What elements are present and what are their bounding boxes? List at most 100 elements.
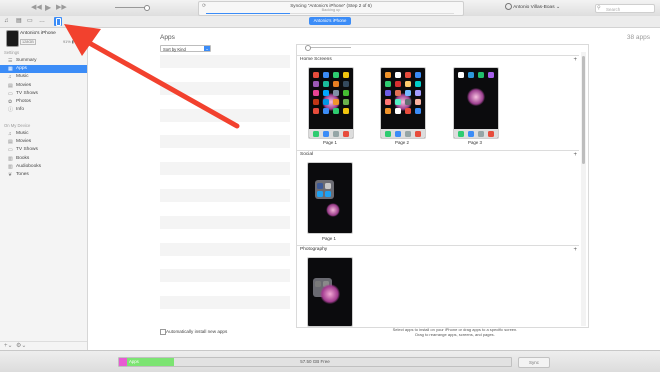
add-icon[interactable]: +⌄ bbox=[4, 342, 13, 350]
sidebar-item-label: Music bbox=[16, 74, 29, 80]
zoom-slider-knob[interactable] bbox=[305, 45, 311, 51]
eject-icon[interactable]: ⏏ bbox=[80, 31, 85, 37]
sidebar-item-movies[interactable]: ▤ Movies bbox=[0, 82, 87, 90]
sidebar-item-tv-shows[interactable]: ▭ TV Shows bbox=[0, 90, 87, 98]
wallpaper-flower bbox=[467, 88, 485, 106]
sidebar-item-label: Photos bbox=[16, 99, 31, 104]
dock-app-icon bbox=[333, 130, 339, 137]
add-page-button[interactable]: + bbox=[573, 56, 577, 64]
account-icon bbox=[505, 3, 512, 11]
sidebar-item-music[interactable]: ♫ Music bbox=[0, 73, 87, 81]
add-page-button[interactable]: + bbox=[573, 246, 577, 254]
device-item-audiobooks[interactable]: ▥ Audiobooks bbox=[0, 163, 87, 171]
list-item[interactable] bbox=[160, 95, 290, 109]
movies-library-icon[interactable]: ▤ bbox=[16, 16, 22, 27]
account-menu[interactable]: Antonio Villas-Boas ⌄ bbox=[505, 3, 560, 13]
volume-knob[interactable] bbox=[144, 5, 150, 11]
device-item-movies[interactable]: ▤ Movies bbox=[0, 138, 87, 146]
more-icon[interactable]: … bbox=[39, 16, 45, 27]
home-screen-page-3[interactable] bbox=[453, 67, 499, 139]
app-list[interactable] bbox=[160, 55, 290, 325]
list-item[interactable] bbox=[160, 282, 290, 296]
list-item[interactable] bbox=[160, 202, 290, 216]
list-item[interactable] bbox=[160, 175, 290, 189]
sort-select[interactable]: Sort by Kind ⌄ bbox=[160, 45, 211, 52]
device-tab[interactable]: Antonio's iPhone bbox=[309, 17, 351, 25]
add-page-button[interactable]: + bbox=[573, 151, 577, 159]
list-item[interactable] bbox=[160, 81, 290, 95]
account-name: Antonio Villas-Boas bbox=[513, 5, 555, 10]
list-item[interactable] bbox=[160, 242, 290, 256]
app-icon bbox=[405, 72, 411, 78]
footer-hint: Select apps to install on your iPhone or… bbox=[360, 327, 550, 337]
app-icon bbox=[385, 90, 391, 96]
play-button[interactable]: ▶ bbox=[45, 0, 51, 16]
photography-page-1[interactable] bbox=[307, 257, 353, 327]
books-icon: ▥ bbox=[8, 155, 13, 162]
app-icon bbox=[385, 108, 391, 114]
sidebar-item-photos[interactable]: ✿ Photos bbox=[0, 98, 87, 106]
apps-count: 38 apps bbox=[626, 34, 650, 41]
app-icon bbox=[343, 99, 349, 105]
home-screen-page-1[interactable] bbox=[308, 67, 354, 139]
rewind-button[interactable]: ◀◀ bbox=[31, 0, 42, 16]
app-icon bbox=[415, 81, 421, 87]
music-library-icon[interactable]: ♫ bbox=[4, 16, 9, 27]
footer-hint-line: Drag to rearrange apps, screens, and pag… bbox=[415, 332, 495, 337]
fast-forward-button[interactable]: ▶▶ bbox=[56, 0, 67, 16]
device-item-books[interactable]: ▥ Books bbox=[0, 155, 87, 163]
app-icon bbox=[325, 191, 331, 197]
tv-library-icon[interactable]: ▭ bbox=[27, 16, 33, 27]
info-icon: ⓘ bbox=[8, 107, 14, 114]
app-icon bbox=[343, 81, 349, 87]
app-icon bbox=[333, 90, 339, 96]
list-item[interactable] bbox=[160, 122, 290, 135]
app-icon bbox=[395, 72, 401, 78]
device-item-tv-shows[interactable]: ▭ TV Shows bbox=[0, 146, 87, 154]
app-icon bbox=[313, 90, 319, 96]
list-item[interactable] bbox=[160, 135, 290, 149]
list-item[interactable] bbox=[160, 162, 290, 176]
social-folder[interactable] bbox=[315, 180, 334, 199]
settings-header: Settings bbox=[4, 50, 20, 55]
sidebar-item-apps[interactable]: ▦ Apps bbox=[0, 65, 87, 74]
sidebar-item-label: Info bbox=[16, 107, 25, 113]
summary-icon: ☰ bbox=[8, 58, 13, 64]
sidebar-item-info[interactable]: ⓘ Info bbox=[0, 106, 87, 114]
zoom-slider[interactable] bbox=[305, 47, 351, 48]
device-storage-badge: 128GB bbox=[20, 39, 36, 45]
list-item[interactable] bbox=[160, 256, 290, 269]
app-icon bbox=[333, 99, 339, 105]
search-input[interactable]: Search bbox=[595, 4, 655, 13]
list-item[interactable] bbox=[160, 309, 290, 323]
list-item[interactable] bbox=[160, 108, 290, 122]
list-item[interactable] bbox=[160, 229, 290, 243]
list-item[interactable] bbox=[160, 189, 290, 202]
sidebar-item-summary[interactable]: ☰ Summary bbox=[0, 57, 87, 65]
list-item[interactable] bbox=[160, 148, 290, 162]
gear-icon[interactable]: ⚙⌄ bbox=[16, 342, 26, 350]
twitter-icon bbox=[317, 191, 323, 197]
home-screen-page-2[interactable] bbox=[380, 67, 426, 139]
device-item-tones[interactable]: ❦ Tones bbox=[0, 171, 87, 179]
sidebar-item-label: Apps bbox=[16, 66, 27, 72]
list-item[interactable] bbox=[160, 269, 290, 283]
app-icon bbox=[415, 108, 421, 114]
social-page-1[interactable] bbox=[307, 162, 353, 234]
sidebar-item-label: Summary bbox=[16, 58, 37, 63]
app-icon bbox=[313, 72, 319, 78]
section-title: Home Screens bbox=[300, 57, 332, 62]
sidebar-item-label: TV Shows bbox=[16, 147, 38, 153]
chevron-down-icon: ⌄ bbox=[555, 5, 560, 10]
sort-select-value: Sort by Kind bbox=[163, 47, 186, 52]
list-item[interactable] bbox=[160, 55, 290, 68]
sync-substatus-text: Backing up bbox=[321, 8, 341, 12]
dock-app-icon bbox=[415, 130, 421, 137]
list-item[interactable] bbox=[160, 215, 290, 229]
device-item-music[interactable]: ♫ Music bbox=[0, 130, 87, 138]
app-icon bbox=[415, 99, 421, 105]
list-item[interactable] bbox=[160, 68, 290, 82]
scrollbar-thumb[interactable] bbox=[582, 56, 585, 164]
sync-button[interactable]: Sync bbox=[518, 357, 550, 368]
list-item[interactable] bbox=[160, 296, 290, 310]
